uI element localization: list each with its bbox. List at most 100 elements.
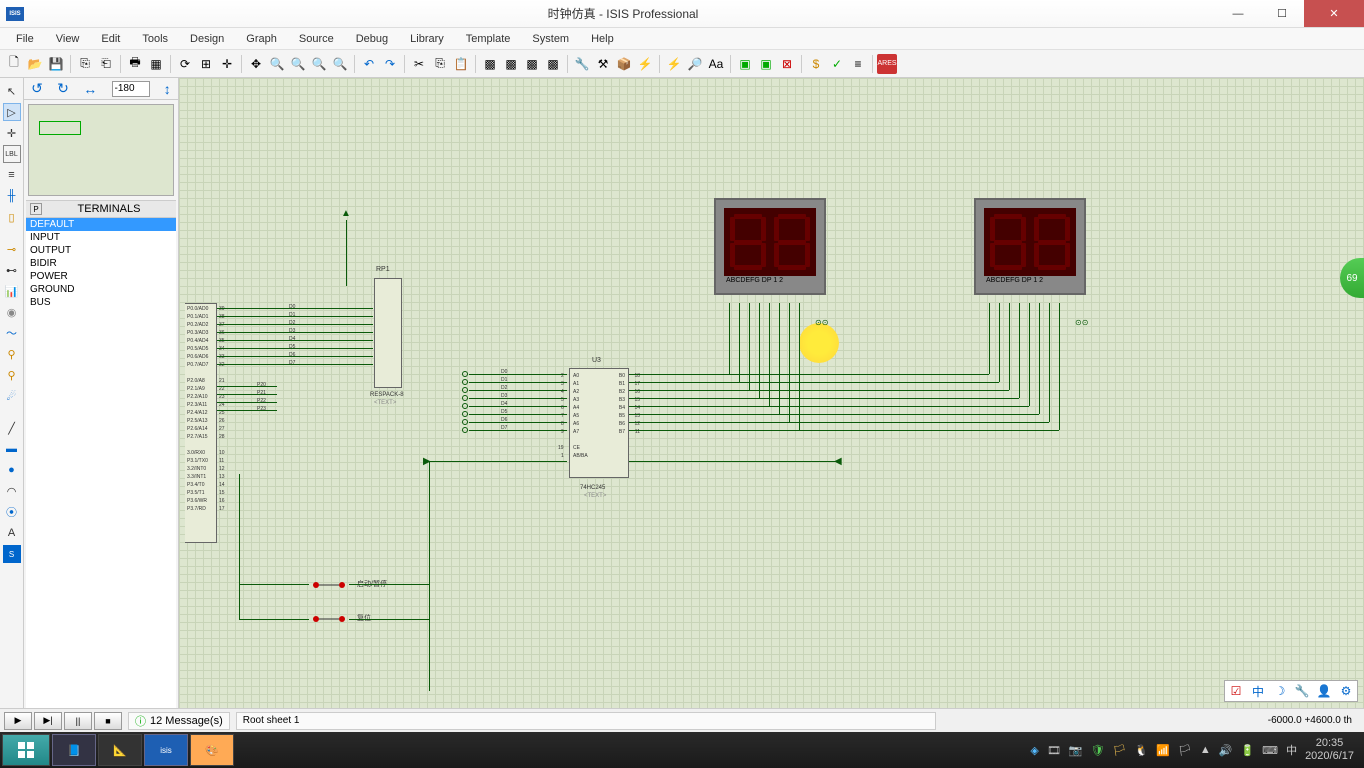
tray-keyboard-icon[interactable]: ⌨ <box>1262 744 1278 757</box>
tray-volume-icon[interactable]: 🔊 <box>1219 744 1233 757</box>
package-icon[interactable]: 📦 <box>614 54 634 74</box>
wire-autoroute-icon[interactable]: ⚡ <box>664 54 684 74</box>
mirror-h-icon[interactable]: ↔ <box>83 81 97 97</box>
instrument-icon[interactable]: ☄ <box>3 387 21 405</box>
component-mode-icon[interactable]: ▷ <box>3 103 21 121</box>
menu-library[interactable]: Library <box>400 31 454 47</box>
block-delete-icon[interactable]: ▩ <box>543 54 563 74</box>
exit-sheet-icon[interactable]: ⊠ <box>777 54 797 74</box>
tray-qq-icon[interactable]: 🐧 <box>1135 744 1149 757</box>
u3-component[interactable]: U3 A02A13A24A35A46A57A68A79B018B117B216B… <box>569 368 629 478</box>
open-icon[interactable]: 📂 <box>25 54 45 74</box>
menu-source[interactable]: Source <box>289 31 344 47</box>
terminal-pair-2[interactable]: ⊙⊙ <box>1075 318 1088 327</box>
text-icon[interactable]: A <box>3 524 21 542</box>
rp1-component[interactable]: RP1 RESPACK-8 <TEXT> <box>374 278 402 388</box>
stop-button[interactable]: ■ <box>94 712 122 730</box>
menu-edit[interactable]: Edit <box>91 31 130 47</box>
decompose-icon[interactable]: ⚡ <box>635 54 655 74</box>
redo-icon[interactable]: ↷ <box>380 54 400 74</box>
rotate-cw-icon[interactable]: ↻ <box>57 80 69 97</box>
zoom-all-icon[interactable]: 🔍 <box>309 54 329 74</box>
path-icon[interactable]: ⦿ <box>3 503 21 521</box>
view-person-icon[interactable]: 👤 <box>1315 683 1333 699</box>
menu-tools[interactable]: Tools <box>132 31 178 47</box>
paste-icon[interactable]: 📋 <box>451 54 471 74</box>
seven-seg-display-1[interactable]: ABCDEFG DP 1 2 <box>714 198 826 295</box>
power-terminal[interactable]: ▲ <box>341 208 351 219</box>
import-icon[interactable]: ⎘ <box>75 54 95 74</box>
cut-icon[interactable]: ✂ <box>409 54 429 74</box>
zoom-in-icon[interactable]: 🔍 <box>267 54 287 74</box>
refresh-icon[interactable]: ⟳ <box>175 54 195 74</box>
maximize-button[interactable]: ☐ <box>1260 0 1304 27</box>
block-move-icon[interactable]: ▩ <box>501 54 521 74</box>
graph-icon[interactable]: 📊 <box>3 282 21 300</box>
sheet-name[interactable]: Root sheet 1 <box>236 712 936 730</box>
schematic-canvas[interactable]: P0.0/AD039P0.1/AD138P0.2/AD237P0.3/AD336… <box>179 78 1364 708</box>
line-icon[interactable]: ╱ <box>3 419 21 437</box>
zoom-out-icon[interactable]: 🔍 <box>288 54 308 74</box>
selection-mode-icon[interactable]: ↖ <box>3 82 21 100</box>
menu-view[interactable]: View <box>46 31 90 47</box>
menu-help[interactable]: Help <box>581 31 624 47</box>
tray-shield-icon[interactable]: 🛡 <box>1091 744 1105 757</box>
palette-item-default[interactable]: DEFAULT <box>26 218 176 231</box>
taskbar-clock[interactable]: 20:35 2020/6/17 <box>1305 737 1354 763</box>
menu-graph[interactable]: Graph <box>236 31 287 47</box>
tray-battery-icon[interactable]: 🔋 <box>1240 744 1254 757</box>
minimize-button[interactable]: — <box>1216 0 1260 27</box>
menu-design[interactable]: Design <box>180 31 234 47</box>
button-start-pause[interactable] <box>309 578 349 595</box>
bus-icon[interactable]: ╫ <box>3 187 21 205</box>
task-app-1[interactable]: 📘 <box>52 734 96 766</box>
palette-item-bidir[interactable]: BIDIR <box>26 257 176 270</box>
copy-icon[interactable]: ⎘ <box>430 54 450 74</box>
play-button[interactable]: ▶ <box>4 712 32 730</box>
palette-item-input[interactable]: INPUT <box>26 231 176 244</box>
search-icon[interactable]: 🔎 <box>685 54 705 74</box>
task-app-3[interactable]: 🎨 <box>190 734 234 766</box>
netlist-icon[interactable]: ≡ <box>848 54 868 74</box>
device-pin-icon[interactable]: ⊷ <box>3 261 21 279</box>
erc-icon[interactable]: ✓ <box>827 54 847 74</box>
origin-icon[interactable]: ✛ <box>217 54 237 74</box>
make-icon[interactable]: ⚒ <box>593 54 613 74</box>
rotate-ccw-icon[interactable]: ↺ <box>31 80 43 97</box>
print-icon[interactable]: 🖶 <box>125 54 145 74</box>
circle-icon[interactable]: ● <box>3 461 21 479</box>
messages-status[interactable]: ⓘ 12 Message(s) <box>128 712 230 730</box>
palette-item-power[interactable]: POWER <box>26 270 176 283</box>
generator-icon[interactable]: 〜 <box>3 324 21 342</box>
voltage-probe-icon[interactable]: ⚲ <box>3 345 21 363</box>
button-reset[interactable] <box>309 612 349 629</box>
new-icon[interactable]: 🗋 <box>4 54 24 74</box>
tray-ime-icon[interactable]: 中 <box>1286 742 1297 758</box>
mcu-chip[interactable]: P0.0/AD039P0.1/AD138P0.2/AD237P0.3/AD336… <box>185 303 217 543</box>
tray-action-icon[interactable]: 🏳 <box>1178 744 1192 757</box>
zoom-area-icon[interactable]: 🔍 <box>330 54 350 74</box>
current-probe-icon[interactable]: ⚲ <box>3 366 21 384</box>
tray-flag-icon[interactable]: 🏳 <box>1113 744 1127 757</box>
grid-icon[interactable]: ⊞ <box>196 54 216 74</box>
view-center-icon[interactable]: 中 <box>1249 683 1267 699</box>
label-icon[interactable]: LBL <box>3 145 21 163</box>
text-script-icon[interactable]: ≡ <box>3 166 21 184</box>
pause-button[interactable]: || <box>64 712 92 730</box>
new-sheet-icon[interactable]: ▣ <box>735 54 755 74</box>
symbol-icon[interactable]: S <box>3 545 21 563</box>
step-button[interactable]: ▶| <box>34 712 62 730</box>
bom-icon[interactable]: $ <box>806 54 826 74</box>
start-button[interactable] <box>2 734 50 766</box>
mirror-v-icon[interactable]: ↕ <box>164 81 171 97</box>
block-rotate-icon[interactable]: ▩ <box>522 54 542 74</box>
tray-cube-icon[interactable]: ◈ <box>1030 744 1038 757</box>
terminal-icon[interactable]: ⊸ <box>3 240 21 258</box>
subcircuit-icon[interactable]: ▯ <box>3 208 21 226</box>
pick-icon[interactable]: 🔧 <box>572 54 592 74</box>
menu-template[interactable]: Template <box>456 31 521 47</box>
pan-icon[interactable]: ✥ <box>246 54 266 74</box>
block-copy-icon[interactable]: ▩ <box>480 54 500 74</box>
palette-item-output[interactable]: OUTPUT <box>26 244 176 257</box>
close-button[interactable]: ✕ <box>1304 0 1364 27</box>
